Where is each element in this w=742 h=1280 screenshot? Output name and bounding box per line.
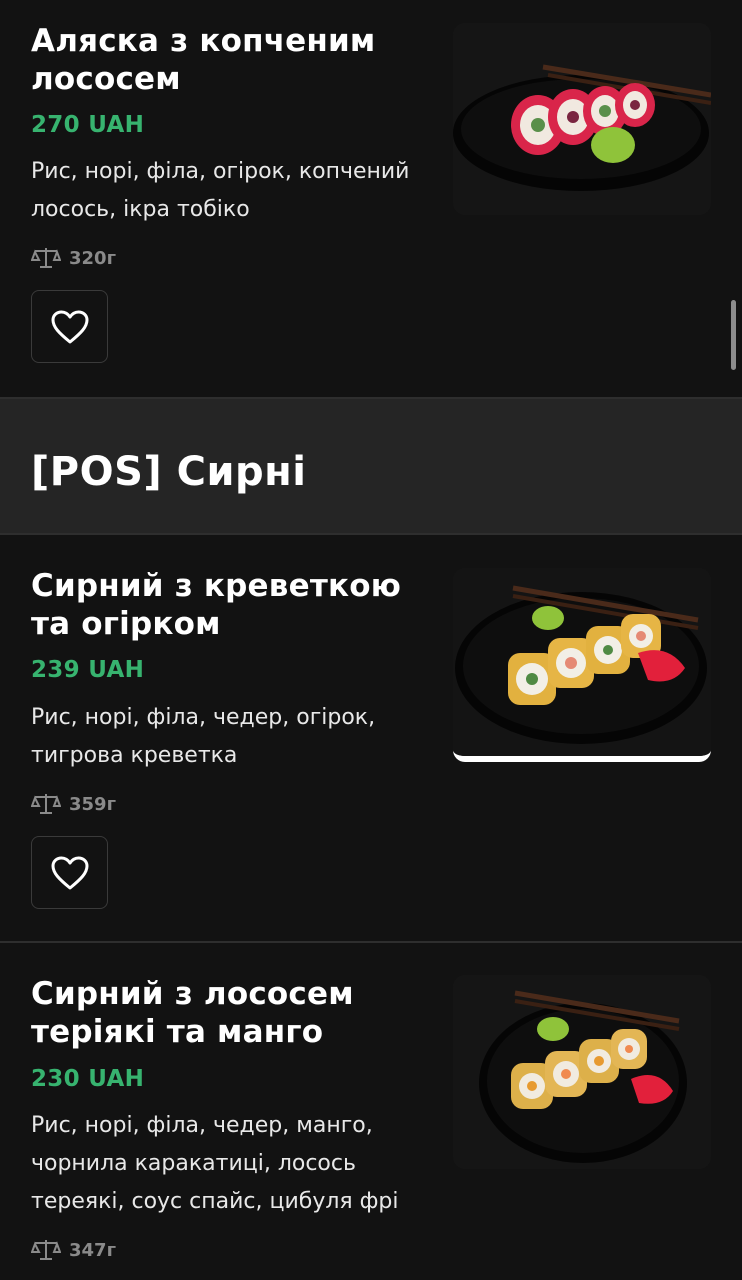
item-description: Рис, норі, філа, чедер, манго, чорнила к…	[31, 1113, 399, 1214]
item-title: Аляска з копченим лососем	[31, 23, 376, 97]
dish-image[interactable]	[453, 568, 711, 762]
item-price: 230 UAH	[31, 1066, 145, 1092]
dish-image[interactable]	[453, 975, 711, 1169]
dish-image[interactable]	[453, 23, 711, 215]
favorite-button[interactable]	[31, 836, 108, 909]
category-header: [POS] Сирні	[0, 397, 742, 535]
weight-value: 320г	[69, 247, 116, 269]
menu-item-shrimp-cheese[interactable]: Сирний з креветкою та огірком 239 UAH Ри…	[0, 535, 742, 942]
item-title: Сирний з креветкою та огірком	[31, 568, 402, 642]
heart-icon	[51, 856, 88, 889]
item-price: 270 UAH	[31, 112, 145, 138]
weight-value: 347г	[69, 1239, 116, 1261]
item-weight: 347г	[31, 1238, 116, 1262]
item-description: Рис, норі, філа, огірок, копчений лосось…	[31, 159, 410, 222]
salmon-mango-roll-photo-icon	[453, 975, 711, 1169]
scale-icon	[31, 1240, 61, 1260]
item-description: Рис, норі, філа, чедер, огірок, тигрова …	[31, 705, 376, 768]
item-price: 239 UAH	[31, 657, 145, 683]
item-weight: 359г	[31, 792, 116, 816]
menu-item-alaska[interactable]: Аляска з копченим лососем 270 UAH Рис, н…	[0, 0, 742, 397]
alaska-roll-photo-icon	[453, 23, 711, 215]
menu-item-salmon-mango[interactable]: Сирний з лососем теріякі та манго 230 UA…	[0, 943, 742, 1280]
scale-icon	[31, 248, 61, 268]
weight-value: 359г	[69, 793, 116, 815]
scale-icon	[31, 794, 61, 814]
item-title: Сирний з лососем теріякі та манго	[31, 976, 354, 1050]
item-weight: 320г	[31, 246, 116, 270]
scrollbar[interactable]	[731, 300, 736, 370]
favorite-button[interactable]	[31, 290, 108, 363]
shrimp-cheese-roll-photo-icon	[453, 568, 711, 756]
category-title: [POS] Сирні	[31, 449, 307, 495]
heart-icon	[51, 310, 88, 343]
